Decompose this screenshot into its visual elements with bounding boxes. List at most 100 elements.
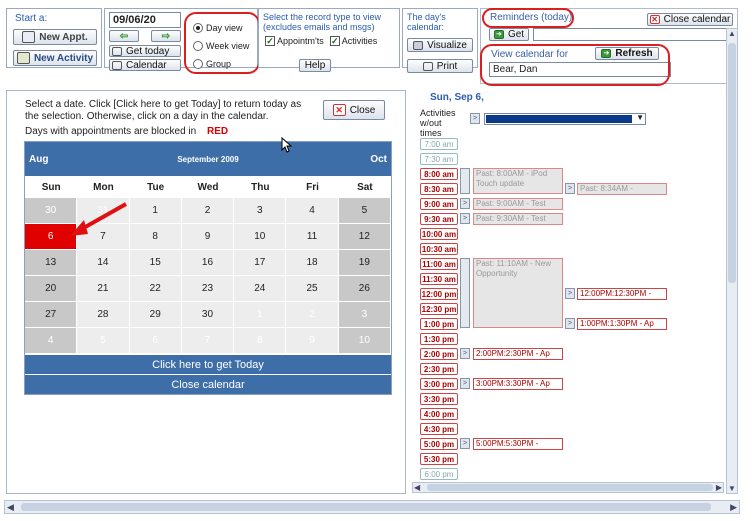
next-month-link[interactable]: Oct — [370, 154, 387, 165]
time-slot[interactable]: 11:00 am — [420, 258, 458, 270]
calendar-day[interactable]: 8 — [129, 224, 182, 250]
appt-expand-button[interactable]: > — [460, 198, 470, 209]
time-slot[interactable]: 5:30 pm — [420, 453, 458, 465]
scroll-left-icon[interactable]: ◀ — [414, 483, 420, 492]
time-slot[interactable]: 7:30 am — [420, 153, 458, 165]
appointment-item[interactable]: Past: 9:00AM - Test — [473, 198, 563, 210]
calendar-day[interactable]: 17 — [234, 250, 287, 276]
time-slot[interactable]: 8:00 am — [420, 168, 458, 180]
appt-expand-button[interactable]: > — [460, 348, 470, 359]
next-day-button[interactable]: ⇨ — [151, 30, 181, 42]
calendar-day[interactable]: 19 — [338, 250, 391, 276]
appointment-item[interactable]: 5:00PM:5:30PM - — [473, 438, 563, 450]
calendar-day-other-month[interactable]: 8 — [234, 328, 287, 354]
prev-day-button[interactable]: ⇦ — [109, 30, 139, 42]
calendar-day[interactable]: 26 — [338, 276, 391, 302]
time-slot[interactable]: 8:30 am — [420, 183, 458, 195]
time-slot[interactable]: 4:00 pm — [420, 408, 458, 420]
time-slot[interactable]: 9:30 am — [420, 213, 458, 225]
time-slot[interactable]: 10:30 am — [420, 243, 458, 255]
time-slot[interactable]: 9:00 am — [420, 198, 458, 210]
calendar-day[interactable]: 30 — [181, 302, 235, 328]
visualize-button[interactable]: Visualize — [407, 38, 473, 52]
appointments-checkbox[interactable]: ✓ Appointm'ts — [265, 36, 324, 46]
calendar-day[interactable]: 16 — [181, 250, 235, 276]
calendar-day-other-month[interactable]: 3 — [338, 302, 391, 328]
calendar-day-other-month[interactable]: 1 — [234, 302, 287, 328]
calendar-day[interactable]: 18 — [286, 250, 339, 276]
expand-activities-button[interactable]: > — [470, 113, 480, 124]
activities-checkbox[interactable]: ✓ Activities — [329, 36, 377, 46]
calendar-day[interactable]: 25 — [286, 276, 339, 302]
calendar-day-other-month[interactable]: 7 — [181, 328, 235, 354]
appt-expand-button[interactable]: > — [565, 288, 575, 299]
calendar-day[interactable]: 4 — [286, 198, 339, 224]
appt-expand-button[interactable]: > — [460, 213, 470, 224]
get-today-bar[interactable]: Click here to get Today — [25, 354, 391, 374]
time-slot[interactable]: 12:30 pm — [420, 303, 458, 315]
calendar-day[interactable]: 9 — [181, 224, 235, 250]
time-slot[interactable]: 6:00 pm — [420, 468, 458, 480]
calendar-day[interactable]: 20 — [25, 276, 78, 302]
appointment-item[interactable]: 12:00PM:12:30PM - — [577, 288, 667, 300]
calendar-day[interactable]: 24 — [234, 276, 287, 302]
appointment-item[interactable]: Past: 11:10AM - New Opportunity — [473, 258, 563, 328]
calendar-day[interactable]: 15 — [129, 250, 182, 276]
time-slot[interactable]: 11:30 am — [420, 273, 458, 285]
time-slot[interactable]: 12:00 pm — [420, 288, 458, 300]
appt-expand-button[interactable]: > — [460, 378, 470, 389]
calendar-day[interactable]: 1 — [129, 198, 182, 224]
page-horizontal-scrollbar[interactable]: ◀ ▶ — [4, 500, 740, 514]
calendar-day-other-month[interactable]: 6 — [129, 328, 182, 354]
get-reminders-button[interactable]: ➜ Get — [489, 28, 529, 41]
calendar-day[interactable]: 10 — [234, 224, 287, 250]
scroll-right-icon[interactable]: ▶ — [716, 483, 722, 492]
calendar-day-other-month[interactable]: 10 — [338, 328, 391, 354]
calendar-day[interactable]: 14 — [77, 250, 130, 276]
new-activity-button[interactable]: New Activity — [13, 50, 97, 66]
appointment-item[interactable]: Past: 9:30AM - Test — [473, 213, 563, 225]
time-slot[interactable]: 1:30 pm — [420, 333, 458, 345]
calendar-day[interactable]: 29 — [129, 302, 182, 328]
calendar-day[interactable]: 27 — [25, 302, 78, 328]
appointment-item[interactable]: 3:00PM:3:30PM - Ap — [473, 378, 563, 390]
appt-expand-button[interactable]: > — [565, 183, 575, 194]
appt-expand-button[interactable]: > — [565, 318, 575, 329]
day-view-horizontal-scrollbar[interactable]: ◀ ▶ — [412, 482, 724, 493]
appointment-item[interactable]: 2:00PM:2:30PM - Ap — [473, 348, 563, 360]
close-panel-button[interactable]: ✕ Close — [323, 100, 385, 120]
scroll-right-icon[interactable]: ▶ — [730, 502, 737, 513]
appointment-item[interactable]: Past: 8:00AM - iPod Touch update — [473, 168, 563, 194]
calendar-day[interactable]: 2 — [181, 198, 235, 224]
calendar-day[interactable]: 21 — [77, 276, 130, 302]
appointment-item[interactable]: Past: 8:34AM - — [577, 183, 667, 195]
calendar-button[interactable]: Calendar — [109, 59, 181, 71]
appt-expand-button[interactable]: > — [460, 438, 470, 449]
get-today-button[interactable]: Get today — [109, 45, 181, 57]
calendar-day[interactable]: 5 — [338, 198, 391, 224]
appointment-item[interactable]: 1:00PM:1:30PM - Ap — [577, 318, 667, 330]
time-slot[interactable]: 3:00 pm — [420, 378, 458, 390]
calendar-day-other-month[interactable]: 4 — [25, 328, 78, 354]
calendar-day-other-month[interactable]: 9 — [286, 328, 339, 354]
calendar-day[interactable]: 13 — [25, 250, 78, 276]
time-slot[interactable]: 3:30 pm — [420, 393, 458, 405]
time-slot[interactable]: 2:30 pm — [420, 363, 458, 375]
calendar-day[interactable]: 11 — [286, 224, 339, 250]
reminders-select[interactable]: ▼ — [533, 28, 737, 41]
calendar-day-other-month[interactable]: 2 — [286, 302, 339, 328]
print-button[interactable]: Print — [407, 59, 473, 73]
close-calendar-bar[interactable]: Close calendar — [25, 374, 391, 394]
calendar-day[interactable]: 22 — [129, 276, 182, 302]
scroll-left-icon[interactable]: ◀ — [7, 502, 14, 513]
calendar-day-other-month[interactable]: 5 — [77, 328, 130, 354]
new-appt-button[interactable]: New Appt. — [13, 29, 97, 45]
date-input[interactable]: 09/06/20 — [109, 12, 181, 28]
time-slot[interactable]: 1:00 pm — [420, 318, 458, 330]
help-button[interactable]: Help — [299, 59, 331, 72]
scroll-down-icon[interactable]: ▼ — [728, 484, 736, 493]
scroll-up-icon[interactable]: ▲ — [728, 29, 736, 38]
calendar-day[interactable]: 3 — [234, 198, 287, 224]
time-slot[interactable]: 7:00 am — [420, 138, 458, 150]
page-vertical-scrollbar[interactable]: ▲ ▼ — [726, 28, 738, 494]
